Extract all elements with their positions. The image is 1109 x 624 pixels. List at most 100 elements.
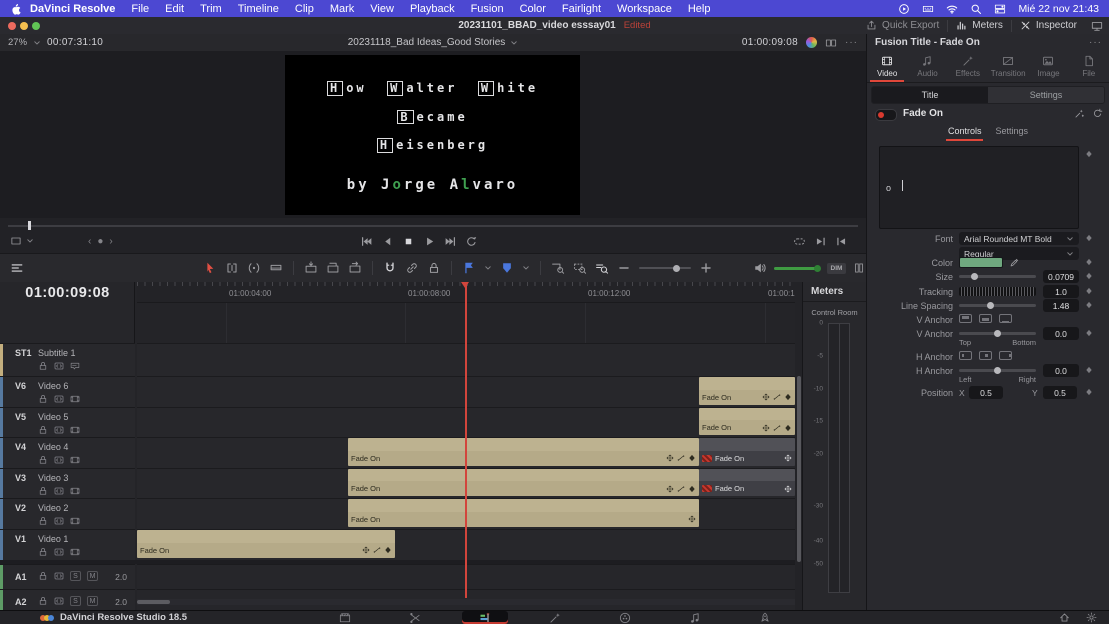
- go-to-end-button[interactable]: [444, 235, 457, 248]
- film-icon[interactable]: [70, 547, 80, 557]
- value-box[interactable]: 0.0709: [1043, 270, 1079, 283]
- tab-effects[interactable]: Effects: [948, 51, 988, 82]
- timeline-selector[interactable]: 20231118_Bad Ideas_Good Stories: [0, 34, 866, 51]
- tracking-ticker[interactable]: [959, 287, 1036, 296]
- keyframe-diamond[interactable]: [1085, 366, 1093, 374]
- trim-mode-icon[interactable]: [225, 261, 239, 275]
- zoom-window-icon[interactable]: [573, 261, 587, 275]
- video-preview[interactable]: How Walter WhiteBecameHeisenbergby Jorge…: [285, 55, 580, 215]
- page-fairlight[interactable]: [672, 611, 718, 624]
- volume-slider[interactable]: [774, 267, 820, 270]
- dim-button[interactable]: DIM: [827, 263, 846, 274]
- autoselect-icon[interactable]: [54, 486, 64, 496]
- marker-icon[interactable]: [500, 261, 514, 275]
- chevron-down-icon[interactable]: [484, 264, 492, 272]
- keyframe-icon[interactable]: [384, 546, 392, 554]
- curve-icon[interactable]: [677, 454, 685, 462]
- keyframe-diamond[interactable]: [1085, 234, 1093, 242]
- search-icon[interactable]: [970, 3, 982, 15]
- timeline-vertical-scrollbar[interactable]: [795, 282, 802, 610]
- curve-icon[interactable]: [773, 424, 781, 432]
- zoom-fit-icon[interactable]: [551, 261, 565, 275]
- menu-timeline[interactable]: Timeline: [230, 3, 287, 15]
- timeline-view-options[interactable]: [10, 254, 24, 282]
- subtab-settings[interactable]: Settings: [988, 87, 1104, 103]
- lock-icon[interactable]: [38, 547, 48, 557]
- zoom-slider-knob[interactable]: [673, 265, 680, 272]
- autoselect-icon[interactable]: [54, 455, 64, 465]
- menu-file[interactable]: File: [123, 3, 157, 15]
- meters-button[interactable]: Meters: [956, 20, 1003, 31]
- transform-icon[interactable]: [688, 515, 696, 523]
- playhead-marker[interactable]: [461, 282, 469, 288]
- menu-playback[interactable]: Playback: [402, 3, 463, 15]
- tab-audio[interactable]: Audio: [907, 51, 947, 82]
- solo-button[interactable]: S: [70, 571, 81, 581]
- anchor-option-1[interactable]: [959, 351, 972, 360]
- keyframe-diamond[interactable]: [1085, 258, 1093, 266]
- timeline-playhead[interactable]: [465, 282, 467, 598]
- step-back-button[interactable]: [381, 235, 394, 248]
- timeline-master-timecode[interactable]: 01:00:09:08: [0, 285, 135, 301]
- film-icon[interactable]: [70, 486, 80, 496]
- slider-track[interactable]: [959, 369, 1036, 372]
- menu-mark[interactable]: Mark: [322, 3, 362, 15]
- keyframe-diamond[interactable]: [1085, 388, 1093, 396]
- curve-icon[interactable]: [373, 546, 381, 554]
- autoselect-icon[interactable]: [54, 361, 64, 371]
- control-tab-settings[interactable]: Settings: [995, 126, 1028, 141]
- control-tab-controls[interactable]: Controls: [948, 126, 982, 141]
- keyframe-wand-icon[interactable]: [1074, 108, 1085, 119]
- transform-icon[interactable]: [762, 393, 770, 401]
- value-box[interactable]: 1.0: [1043, 285, 1079, 298]
- track-header-a2[interactable]: A2SM2.0: [0, 589, 135, 610]
- solo-button[interactable]: S: [70, 596, 81, 606]
- viewer-options-menu[interactable]: ···: [845, 37, 858, 48]
- flag-icon[interactable]: [462, 261, 476, 275]
- plus-icon[interactable]: [699, 261, 713, 275]
- reset-icon[interactable]: [1092, 108, 1103, 119]
- page-deliver[interactable]: [742, 611, 788, 624]
- play-circle-icon[interactable]: [898, 3, 910, 15]
- settings-gear-icon[interactable]: [1086, 612, 1097, 623]
- y-value-box[interactable]: 0.5: [1043, 386, 1077, 399]
- lock-icon[interactable]: [38, 455, 48, 465]
- record-timecode[interactable]: 01:00:09:08: [742, 37, 798, 48]
- lock-icon[interactable]: [38, 425, 48, 435]
- video-audio-divider[interactable]: [0, 560, 795, 564]
- transform-icon[interactable]: [362, 546, 370, 554]
- next-marker-button[interactable]: ›: [109, 236, 112, 247]
- menu-help[interactable]: Help: [680, 3, 719, 15]
- menu-view[interactable]: View: [362, 3, 402, 15]
- x-value-box[interactable]: 0.5: [969, 386, 1003, 399]
- keyframe-diamond[interactable]: [1085, 272, 1093, 280]
- snap-icon[interactable]: [383, 261, 397, 275]
- keyframe-diamond[interactable]: [1085, 150, 1093, 158]
- match-frame-button[interactable]: [835, 235, 848, 248]
- track-header-v6[interactable]: V6Video 6: [0, 376, 135, 407]
- autoselect-icon[interactable]: [54, 516, 64, 526]
- anchor-option-3[interactable]: [999, 314, 1012, 323]
- slider-knob[interactable]: [987, 302, 994, 309]
- page-edit[interactable]: [462, 611, 508, 624]
- menu-edit[interactable]: Edit: [157, 3, 192, 15]
- clip-fade-on[interactable]: Fade On: [699, 469, 795, 496]
- clip-fade-on[interactable]: Fade On: [348, 499, 699, 527]
- slider-track[interactable]: [959, 304, 1036, 307]
- inspector-button[interactable]: Inspector: [1020, 20, 1077, 31]
- slider-knob[interactable]: [994, 367, 1001, 374]
- effect-enable-toggle[interactable]: [875, 109, 897, 121]
- slider-track[interactable]: [959, 332, 1036, 335]
- clip-fade-on[interactable]: Fade On: [348, 438, 699, 466]
- mute-button[interactable]: M: [87, 571, 98, 581]
- track-header-v2[interactable]: V2Video 2: [0, 498, 135, 529]
- lock-icon[interactable]: [38, 486, 48, 496]
- zoom-custom-icon[interactable]: [595, 261, 609, 275]
- track-header-v4[interactable]: V4Video 4: [0, 437, 135, 468]
- keyframe-diamond[interactable]: [1085, 301, 1093, 309]
- subtitle-icon[interactable]: [70, 361, 80, 371]
- slider-track[interactable]: [959, 275, 1036, 278]
- menu-trim[interactable]: Trim: [192, 3, 230, 15]
- clip-fade-on[interactable]: Fade On: [699, 408, 795, 435]
- lock-icon[interactable]: [38, 361, 48, 371]
